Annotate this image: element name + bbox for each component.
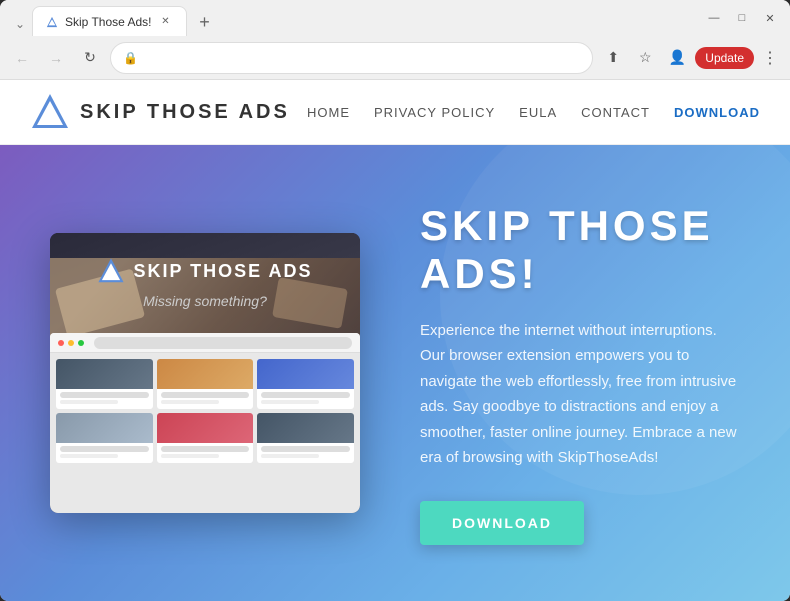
nav-home[interactable]: Home — [307, 105, 350, 120]
minimize-button[interactable]: — — [702, 6, 726, 30]
web-card-5 — [157, 413, 254, 463]
forward-button[interactable]: → — [42, 44, 70, 72]
logo-text: SKIP THOSE ADS — [80, 101, 290, 124]
screenshot-web-mockup — [50, 333, 360, 513]
web-card-text-5 — [161, 446, 250, 452]
nav-eula[interactable]: EULA — [519, 105, 557, 120]
web-card-text2-4 — [60, 454, 118, 458]
web-card-1 — [56, 359, 153, 409]
tab-favicon — [45, 15, 59, 29]
web-card-text-1 — [60, 392, 149, 398]
web-card-text-4 — [60, 446, 149, 452]
bookmark-button[interactable]: ☆ — [631, 44, 659, 72]
screenshot-logo: SKIP THOSE ADS — [97, 257, 312, 285]
address-bar[interactable]: 🔒 — [110, 42, 593, 74]
web-card-text-3 — [261, 392, 350, 398]
site-logo[interactable]: SKIP THOSE ADS — [30, 92, 290, 132]
tab-close-button[interactable]: ✕ — [158, 14, 174, 30]
tab-bar: ⌄ Skip Those Ads! ✕ + — [8, 0, 702, 36]
navigation-bar: ← → ↻ 🔒 ⬆ ☆ 👤 Update ⋮ — [0, 36, 790, 80]
hero-description: Experience the internet without interrup… — [420, 318, 740, 471]
web-card-image-3 — [257, 359, 354, 389]
screenshot-card: SKIP THOSE ADS Missing something? — [50, 233, 360, 513]
active-tab[interactable]: Skip Those Ads! ✕ — [32, 6, 187, 36]
hero-download-button[interactable]: DOWNLOAD — [420, 501, 584, 545]
web-card-image-1 — [56, 359, 153, 389]
screenshot-web-bar — [50, 333, 360, 353]
new-tab-button[interactable]: + — [191, 8, 219, 36]
web-card-image-5 — [157, 413, 254, 443]
browser-menu-button[interactable]: ⋮ — [758, 46, 782, 70]
web-dot-red — [58, 340, 64, 346]
web-dot-yellow — [68, 340, 74, 346]
tab-title: Skip Those Ads! — [65, 15, 152, 29]
screenshot-overlay: SKIP THOSE ADS Missing something? — [50, 233, 360, 333]
screenshot-subtitle: Missing something? — [143, 293, 267, 309]
lock-icon: 🔒 — [123, 51, 138, 65]
nav-download[interactable]: DOWNLOAD — [674, 105, 760, 120]
share-button[interactable]: ⬆ — [599, 44, 627, 72]
web-card-image-6 — [257, 413, 354, 443]
title-bar: ⌄ Skip Those Ads! ✕ + — □ ✕ — [0, 0, 790, 36]
website-content: SKIP THOSE ADS Home Privacy Policy EULA … — [0, 80, 790, 601]
nav-contact[interactable]: Contact — [581, 105, 650, 120]
web-card-3 — [257, 359, 354, 409]
web-card-text2-2 — [161, 400, 219, 404]
back-button[interactable]: ← — [8, 44, 36, 72]
hero-text: SKIP THOSE ADS! Experience the internet … — [420, 202, 740, 545]
hero-section: SKIP THOSE ADS Missing something? — [0, 145, 790, 601]
web-card-text2-3 — [261, 400, 319, 404]
maximize-button[interactable]: □ — [730, 6, 754, 30]
browser-window: ⌄ Skip Those Ads! ✕ + — □ ✕ ← → ↻ — [0, 0, 790, 601]
site-header: SKIP THOSE ADS Home Privacy Policy EULA … — [0, 80, 790, 145]
web-card-4 — [56, 413, 153, 463]
web-card-6 — [257, 413, 354, 463]
web-card-text2-6 — [261, 454, 319, 458]
hero-title: SKIP THOSE ADS! — [420, 202, 740, 298]
window-controls: — □ ✕ — [702, 6, 782, 30]
nav-privacy[interactable]: Privacy Policy — [374, 105, 495, 120]
web-content-grid — [50, 353, 360, 469]
web-dot-green — [78, 340, 84, 346]
web-url-bar — [94, 337, 352, 349]
web-card-text2-5 — [161, 454, 219, 458]
close-button[interactable]: ✕ — [758, 6, 782, 30]
tab-list-chevron[interactable]: ⌄ — [8, 12, 32, 36]
web-card-text-6 — [261, 446, 350, 452]
web-card-2 — [157, 359, 254, 409]
refresh-button[interactable]: ↻ — [76, 44, 104, 72]
screenshot-logo-text: SKIP THOSE ADS — [133, 261, 312, 282]
update-button[interactable]: Update — [695, 47, 754, 69]
web-card-text2-1 — [60, 400, 118, 404]
site-navigation: Home Privacy Policy EULA Contact DOWNLOA… — [307, 105, 760, 120]
screenshot-logo-icon — [97, 257, 125, 285]
web-card-image-2 — [157, 359, 254, 389]
web-card-image-4 — [56, 413, 153, 443]
web-card-text-2 — [161, 392, 250, 398]
profile-button[interactable]: 👤 — [663, 44, 691, 72]
nav-actions: ⬆ ☆ 👤 Update ⋮ — [599, 44, 782, 72]
logo-triangle-icon — [30, 92, 70, 132]
